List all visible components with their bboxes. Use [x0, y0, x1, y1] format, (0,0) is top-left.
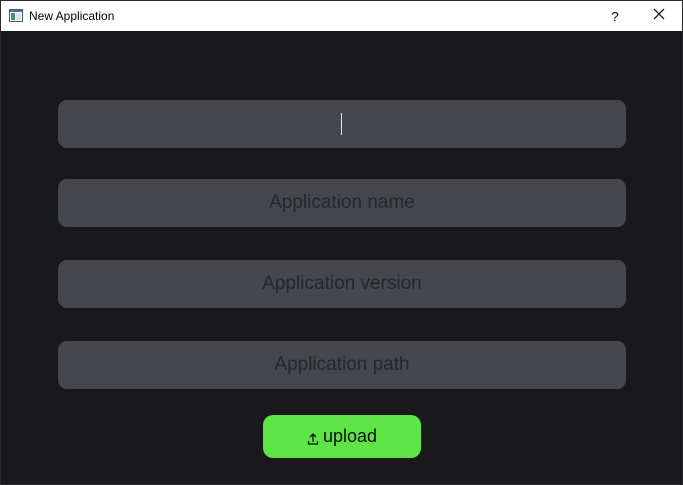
text-field-focused[interactable] [58, 100, 626, 148]
upload-button[interactable]: upload [263, 415, 421, 458]
text-caret [341, 113, 342, 135]
help-label: ? [611, 8, 619, 24]
application-name-field[interactable] [58, 179, 626, 227]
application-path-field[interactable] [58, 341, 626, 389]
dialog-content: upload [1, 31, 682, 484]
application-path-input[interactable] [58, 341, 626, 389]
title-bar: New Application ? [1, 1, 682, 31]
application-name-input[interactable] [58, 179, 626, 227]
window-app-icon [9, 9, 23, 22]
close-icon [653, 7, 665, 25]
close-button[interactable] [642, 1, 676, 31]
application-version-input[interactable] [58, 260, 626, 308]
application-version-field[interactable] [58, 260, 626, 308]
new-application-window: New Application ? Application name Appli… [0, 0, 683, 485]
window-title: New Application [29, 9, 115, 23]
upload-icon [307, 430, 319, 445]
focused-input[interactable] [58, 100, 626, 148]
help-button[interactable]: ? [604, 1, 626, 31]
upload-label: upload [322, 426, 378, 446]
